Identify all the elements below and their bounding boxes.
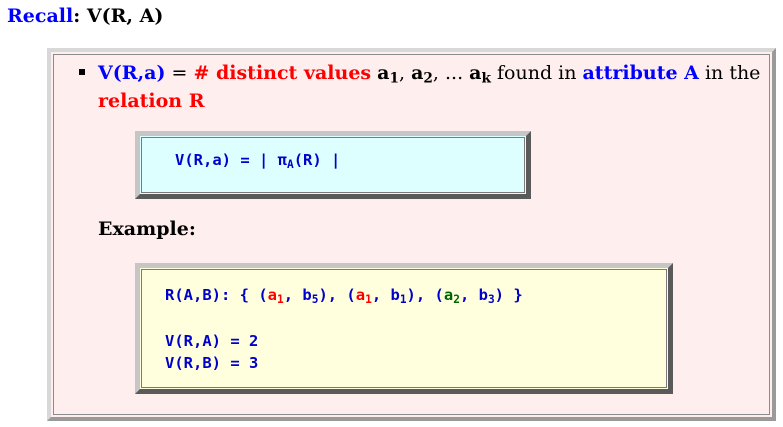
relation-r-term: relation R xyxy=(98,90,205,112)
example-box: R(A,B): { (a1, b5), (a1, b1), (a2, b3) }… xyxy=(135,263,673,394)
v-rb-result: V(R,B) = 3 xyxy=(165,354,259,372)
a1-term: a1 xyxy=(377,62,399,87)
bullet-text: V(R,a) = # distinct values a1, a2, ... a… xyxy=(98,59,773,115)
example-label: Example: xyxy=(98,218,196,240)
recall-text: V(R, A) xyxy=(86,5,164,27)
in-the-text: in the xyxy=(698,62,761,84)
a2-value: a2 xyxy=(443,286,460,306)
recall-heading: Recall: V(R, A) xyxy=(7,5,163,27)
relation-line: R(A,B): { (a1, b5), (a1, b1), (a2, b3) } xyxy=(165,286,523,306)
content-panel: V(R,a) = # distinct values a1, a2, ... a… xyxy=(47,48,776,421)
a2-term: a2 xyxy=(411,62,433,87)
ak-term: ak xyxy=(469,62,491,87)
distinct-values-term: # distinct values xyxy=(193,62,372,84)
comma-text: , xyxy=(398,62,412,84)
ellipsis-text: , ... xyxy=(432,62,470,84)
a1-first: a1 xyxy=(267,286,284,306)
recall-sep: : xyxy=(73,5,87,27)
bullet-icon xyxy=(79,69,85,75)
equals-text: = xyxy=(165,62,194,84)
attribute-a-term: attribute A xyxy=(582,62,699,84)
found-in-text: found in xyxy=(490,62,583,84)
formula-box: V(R,a) = | πA(R) | xyxy=(135,131,531,199)
recall-label: Recall xyxy=(7,5,74,27)
formula-text: V(R,a) = | πA(R) | xyxy=(175,151,341,171)
v-ra-term: V(R,a) xyxy=(98,62,166,84)
v-ra-result: V(R,A) = 2 xyxy=(165,332,259,350)
a1-second: a1 xyxy=(355,286,372,306)
